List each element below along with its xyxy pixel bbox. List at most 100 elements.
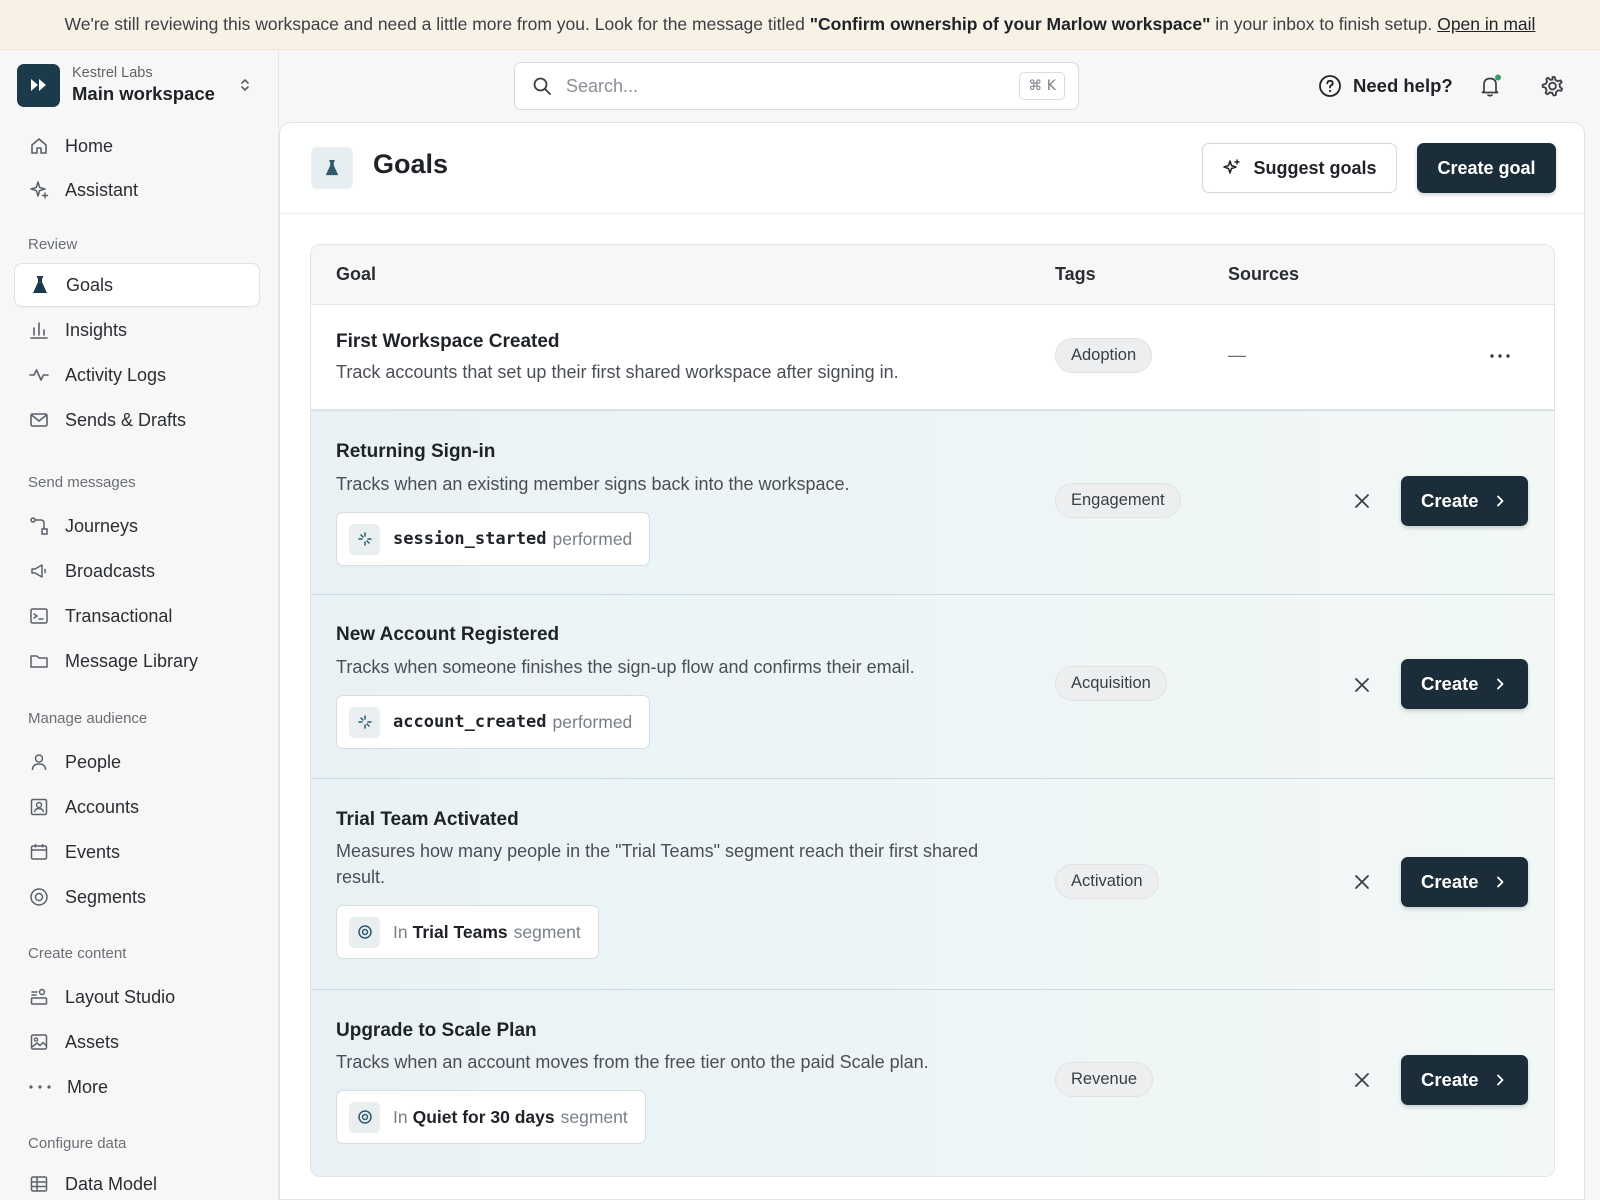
folder-icon — [28, 650, 50, 672]
condition-suffix: segment — [513, 921, 581, 942]
goal-description: Tracks when someone finishes the sign-up… — [336, 657, 915, 677]
sidebar-item-message-library[interactable]: Message Library — [14, 639, 260, 683]
sidebar-item-label: Layout Studio — [65, 986, 176, 1007]
goal-description: Track accounts that set up their first s… — [336, 362, 899, 382]
sidebar-item-label: Insights — [65, 319, 128, 340]
sparkle-icon — [1223, 159, 1241, 174]
goal-title: New Account Registered — [336, 624, 560, 645]
goal-title: Upgrade to Scale Plan — [336, 1020, 537, 1041]
settings-gear-icon[interactable] — [1539, 72, 1566, 99]
section-configure-data: Configure data — [28, 1135, 127, 1152]
banner-text: We're still reviewing this workspace and… — [64, 14, 810, 34]
suggest-goals-label: Suggest goals — [1253, 157, 1377, 178]
home-icon — [28, 135, 50, 157]
target-icon — [349, 1101, 380, 1133]
create-label: Create — [1421, 673, 1479, 694]
sidebar-item-more[interactable]: More — [14, 1065, 260, 1109]
segment-name: Trial Teams — [412, 921, 508, 942]
help-circle-icon — [1319, 75, 1341, 97]
sidebar-item-transactional[interactable]: Transactional — [14, 594, 260, 638]
create-suggested-goal-button[interactable]: Create — [1401, 1055, 1528, 1105]
segment-condition-chip: In Quiet for 30 days segment — [336, 1090, 646, 1144]
sidebar-item-insights[interactable]: Insights — [14, 308, 260, 352]
account-icon — [28, 796, 50, 818]
sidebar-item-label: Assistant — [65, 179, 139, 200]
sidebar-item-data-model[interactable]: Data Model — [14, 1162, 260, 1200]
open-in-mail-link[interactable]: Open in mail — [1437, 14, 1535, 35]
section-manage-audience: Manage audience — [28, 710, 148, 727]
sidebar-item-sends-drafts[interactable]: Sends & Drafts — [14, 398, 260, 442]
create-suggested-goal-button[interactable]: Create — [1401, 857, 1528, 907]
sidebar-item-goals[interactable]: Goals — [14, 263, 260, 307]
search-input[interactable]: Search... ⌘ K — [514, 62, 1079, 110]
condition-suffix: performed — [552, 528, 633, 549]
banner-highlight: "Confirm ownership of your Marlow worksp… — [809, 14, 1211, 34]
tag-badge: Revenue — [1055, 1062, 1154, 1097]
event-name: account_created — [393, 712, 547, 732]
sidebar-item-label: Segments — [65, 886, 147, 907]
table-row: First Workspace Created Track accounts t… — [311, 305, 1554, 410]
goal-title: Trial Team Activated — [336, 809, 519, 830]
workspace-switcher[interactable]: Kestrel Labs Main workspace — [17, 63, 267, 107]
notification-bell-icon[interactable] — [1478, 73, 1504, 99]
sparkle-icon — [28, 179, 50, 201]
sidebar-item-activity-logs[interactable]: Activity Logs — [14, 353, 260, 397]
banner-text-after: in your inbox to finish setup. — [1210, 14, 1433, 34]
goal-description: Tracks when an existing member signs bac… — [336, 474, 850, 494]
tag-badge: Activation — [1055, 864, 1159, 899]
create-suggested-goal-button[interactable]: Create — [1401, 659, 1528, 709]
create-label: Create — [1421, 1069, 1479, 1090]
create-label: Create — [1421, 490, 1479, 511]
page-header: Goals Suggest goals Create goal — [280, 123, 1584, 214]
megaphone-icon — [28, 560, 50, 582]
sidebar-item-assets[interactable]: Assets — [14, 1020, 260, 1064]
dismiss-close-icon[interactable] — [1350, 870, 1374, 894]
dismiss-close-icon[interactable] — [1350, 1068, 1374, 1092]
workspace-name: Main workspace — [72, 82, 215, 104]
sidebar-item-broadcasts[interactable]: Broadcasts — [14, 549, 260, 593]
sidebar-item-people[interactable]: People — [14, 740, 260, 784]
sidebar-item-label: Broadcasts — [65, 560, 156, 581]
sidebar-item-label: Activity Logs — [65, 364, 167, 385]
event-icon — [349, 523, 380, 555]
column-sources: Sources — [1228, 264, 1300, 284]
sidebar-item-label: Accounts — [65, 796, 140, 817]
tag-badge: Engagement — [1055, 483, 1181, 518]
dismiss-close-icon[interactable] — [1350, 673, 1374, 697]
sidebar-item-events[interactable]: Events — [14, 830, 260, 874]
sidebar-item-accounts[interactable]: Accounts — [14, 785, 260, 829]
mail-icon — [28, 409, 50, 431]
section-review: Review — [28, 236, 78, 253]
goal-title: Returning Sign-in — [336, 441, 496, 462]
section-send-messages: Send messages — [28, 474, 136, 491]
sidebar-item-layout-studio[interactable]: Layout Studio — [14, 975, 260, 1019]
suggested-goal-row: Returning Sign-in Tracks when an existin… — [311, 410, 1554, 595]
workspace-org: Kestrel Labs — [72, 64, 153, 81]
search-icon — [533, 77, 551, 95]
sidebar-item-journeys[interactable]: Journeys — [14, 504, 260, 548]
event-condition-chip: account_created performed — [336, 695, 651, 749]
suggest-goals-button[interactable]: Suggest goals — [1202, 143, 1397, 193]
segment-name: Quiet for 30 days — [412, 1106, 555, 1127]
more-options-icon[interactable] — [1487, 351, 1513, 361]
page-icon — [311, 147, 353, 189]
sidebar-item-home[interactable]: Home — [14, 124, 260, 168]
create-suggested-goal-button[interactable]: Create — [1401, 476, 1528, 526]
dismiss-close-icon[interactable] — [1350, 489, 1374, 513]
event-name: session_started — [393, 529, 547, 549]
segment-condition-chip: In Trial Teams segment — [336, 905, 599, 959]
table-icon — [28, 1173, 50, 1195]
main-panel: Goals Suggest goals Create goal Goal Tag… — [279, 122, 1585, 1200]
sidebar-item-label: Data Model — [65, 1173, 158, 1194]
event-condition-chip: session_started performed — [336, 512, 651, 566]
more-dots-icon — [28, 1076, 52, 1098]
sidebar-item-assistant[interactable]: Assistant — [14, 168, 260, 212]
sidebar-item-segments[interactable]: Segments — [14, 875, 260, 919]
image-icon — [28, 1031, 50, 1053]
sidebar-item-label: Message Library — [65, 650, 199, 671]
create-goal-button[interactable]: Create goal — [1417, 143, 1556, 193]
chevron-right-icon — [1496, 495, 1503, 507]
sidebar-item-label: Transactional — [65, 605, 173, 626]
need-help-button[interactable]: Need help? — [1318, 72, 1453, 100]
search-placeholder: Search... — [566, 75, 639, 96]
